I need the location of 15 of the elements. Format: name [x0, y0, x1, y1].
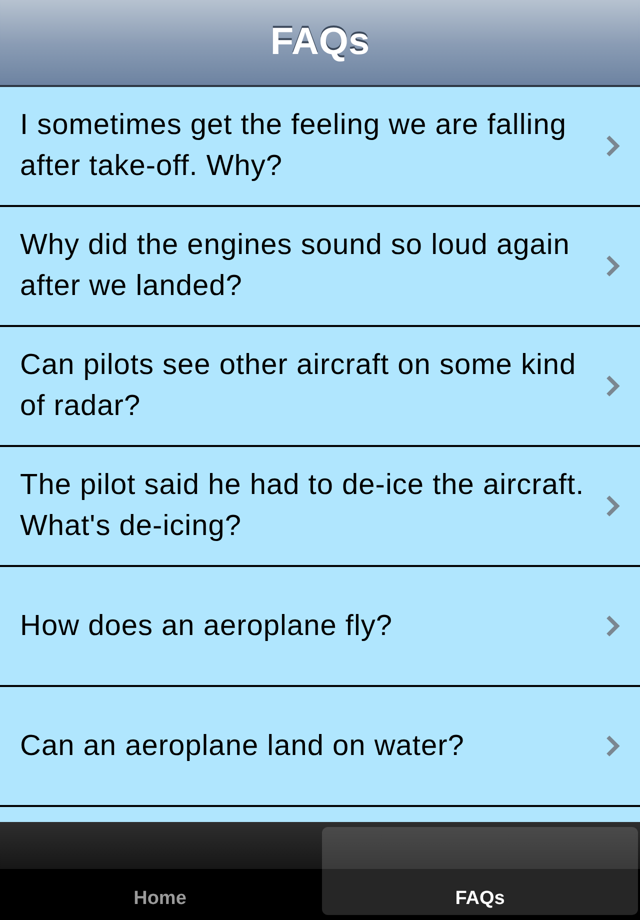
faq-question: I sometimes get the feeling we are falling after take-off. Why? — [20, 108, 568, 184]
nav-title: FAQs — [270, 20, 370, 65]
chevron-icon — [606, 735, 620, 757]
tab[interactable]: Home — [2, 827, 318, 915]
chevron-icon — [606, 255, 620, 277]
faq-question: Can an aeroplane land on water? — [20, 728, 466, 764]
chevron-icon — [606, 495, 620, 517]
faq-question: Can pilots see other aircraft on some kind of radar? — [20, 348, 578, 424]
chevron-icon — [606, 375, 620, 397]
chevron-icon — [606, 615, 620, 637]
faq-question: The pilot said he had to de-ice the aircraft. What's de-icing? — [20, 468, 586, 544]
chevron-icon — [606, 135, 620, 157]
faq-question: How does an aeroplane fly? — [20, 608, 394, 644]
faq-question: Why did the engines sound so loud again after we landed? — [20, 228, 571, 304]
tab[interactable]: FAQs — [322, 827, 638, 915]
